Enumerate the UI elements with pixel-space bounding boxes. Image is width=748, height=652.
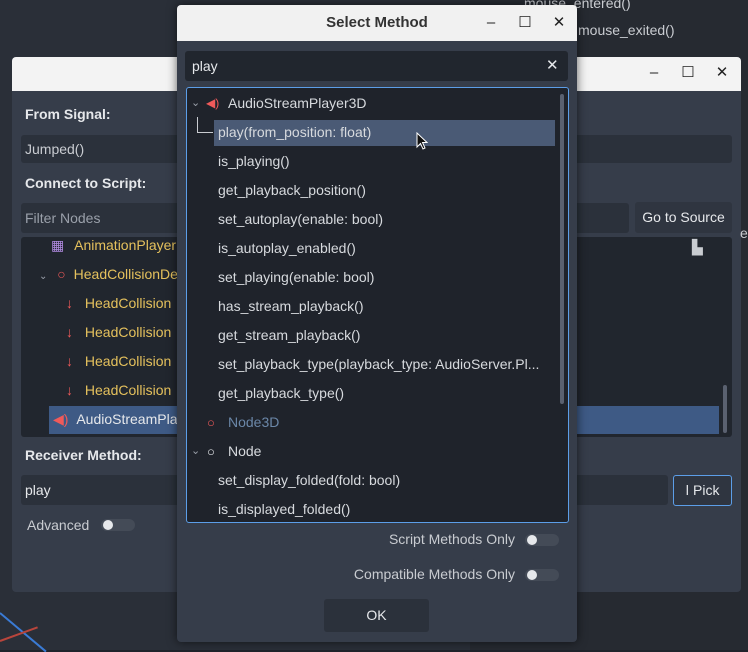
compatible-methods-only-label: Compatible Methods Only xyxy=(353,566,515,582)
method-row[interactable]: set_display_folded(fold: bool) xyxy=(187,466,555,495)
ok-button[interactable]: OK xyxy=(324,599,429,632)
film-icon: ▦ xyxy=(51,237,65,253)
tree-item[interactable]: ↓ HeadCollision xyxy=(66,318,171,347)
advanced-label: Advanced xyxy=(27,517,90,533)
maximize-icon[interactable]: ☐ xyxy=(678,63,698,81)
method-row-selected[interactable]: play(from_position: float) xyxy=(187,118,555,147)
group-row[interactable]: ⌄ ◀) AudioStreamPlayer3D xyxy=(187,89,555,118)
minimize-icon[interactable]: – xyxy=(644,64,664,81)
close-icon[interactable]: ✕ xyxy=(712,63,732,81)
maximize-icon[interactable]: ☐ xyxy=(515,13,535,31)
script-methods-only-label: Script Methods Only xyxy=(388,531,515,547)
compatible-methods-only-toggle[interactable] xyxy=(525,569,559,581)
truncated-text: e xyxy=(740,225,748,241)
node-icon: ○ xyxy=(207,444,215,459)
script-icon: ▙ xyxy=(692,239,703,255)
method-row[interactable]: get_stream_playback() xyxy=(187,321,555,350)
eyedropper-icon: ǀ xyxy=(685,482,690,498)
arrow-down-icon: ↓ xyxy=(66,382,73,398)
area-icon: ○ xyxy=(57,266,66,282)
group-row[interactable]: ○ Node3D xyxy=(187,408,555,437)
method-row[interactable]: is_autoplay_enabled() xyxy=(187,234,555,263)
close-icon[interactable]: ✕ xyxy=(549,13,569,31)
mouse-cursor-icon xyxy=(416,131,429,153)
method-row[interactable]: set_autoplay(enable: bool) xyxy=(187,205,555,234)
tree-item[interactable]: ↓ HeadCollision xyxy=(66,289,171,318)
go-to-source-button[interactable]: Go to Source xyxy=(635,202,732,233)
speaker-icon: ◀) xyxy=(53,411,69,427)
method-row[interactable]: get_playback_position() xyxy=(187,176,555,205)
select-method-dialog: Select Method – ☐ ✕ play ✕ ⌄ ◀) AudioStr… xyxy=(177,5,577,642)
receiver-method-label: Receiver Method: xyxy=(25,447,142,463)
connect-to-script-label: Connect to Script: xyxy=(25,175,147,191)
chevron-down-icon[interactable]: ⌄ xyxy=(191,89,200,118)
method-row[interactable]: is_displayed_folded() xyxy=(187,495,555,522)
chevron-down-icon[interactable]: ⌄ xyxy=(39,271,47,282)
from-signal-label: From Signal: xyxy=(25,106,111,122)
scrollbar[interactable] xyxy=(723,385,727,433)
tree-item[interactable]: ↓ HeadCollision xyxy=(66,347,171,376)
scrollbar[interactable] xyxy=(560,94,564,404)
arrow-down-icon: ↓ xyxy=(66,324,73,340)
script-methods-only-toggle[interactable] xyxy=(525,534,559,546)
node3d-icon: ○ xyxy=(207,415,215,430)
speaker-icon: ◀) xyxy=(206,96,220,110)
method-list: ⌄ ◀) AudioStreamPlayer3D play(from_posit… xyxy=(186,87,569,523)
pick-button[interactable]: ǀ Pick xyxy=(673,475,732,506)
method-row[interactable]: set_playing(enable: bool) xyxy=(187,263,555,292)
search-box[interactable]: play ✕ xyxy=(185,51,568,81)
minimize-icon[interactable]: – xyxy=(481,14,501,31)
group-row[interactable]: ⌄ ○ Node xyxy=(187,437,555,466)
chevron-down-icon[interactable]: ⌄ xyxy=(191,437,200,466)
advanced-toggle[interactable] xyxy=(101,519,135,531)
arrow-down-icon: ↓ xyxy=(66,295,73,311)
clear-search-icon[interactable]: ✕ xyxy=(546,51,559,81)
arrow-down-icon: ↓ xyxy=(66,353,73,369)
method-row[interactable]: get_playback_type() xyxy=(187,379,555,408)
method-row[interactable]: is_playing() xyxy=(187,147,555,176)
signal-item[interactable]: mouse_exited() xyxy=(578,22,675,38)
tree-item[interactable]: ↓ HeadCollision xyxy=(66,376,171,405)
method-row[interactable]: has_stream_playback() xyxy=(187,292,555,321)
title-bar: Select Method – ☐ ✕ xyxy=(177,5,577,41)
search-input[interactable]: play xyxy=(192,51,218,81)
tree-item[interactable]: ▦ AnimationPlayer xyxy=(51,231,176,260)
method-row[interactable]: set_playback_type(playback_type: AudioSe… xyxy=(187,350,555,379)
